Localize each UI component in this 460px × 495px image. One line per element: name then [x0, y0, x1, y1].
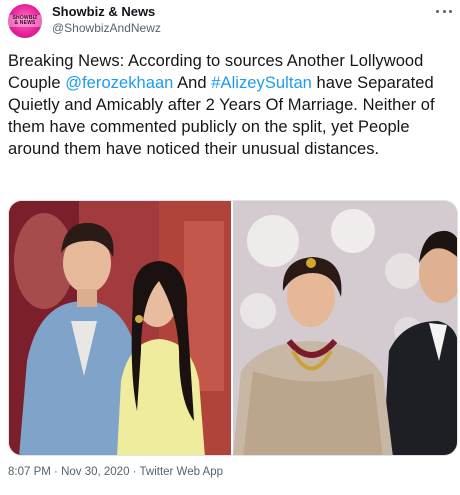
tweet-meta: 8:07 PM · Nov 30, 2020 · Twitter Web App [8, 466, 223, 478]
avatar[interactable]: SHOWBIZ & NEWS [8, 4, 42, 38]
handle[interactable]: @ShowbizAndNewz [52, 20, 161, 36]
author-block[interactable]: Showbiz & News @ShowbizAndNewz [52, 4, 161, 36]
mention-ferozekhaan[interactable]: @ferozekhaan [65, 74, 173, 92]
meta-separator: · [129, 466, 140, 478]
couple-photo-left-illustration [9, 201, 231, 455]
media-grid [8, 200, 458, 456]
avatar-logo-text: SHOWBIZ & NEWS [8, 15, 42, 27]
tweet-header: SHOWBIZ & NEWS Showbiz & News @ShowbizAn… [8, 4, 452, 38]
tweet-time[interactable]: 8:07 PM [8, 466, 51, 478]
hashtag-alizeysultan[interactable]: #AlizeySultan [211, 74, 312, 92]
couple-photo-right-illustration [233, 201, 457, 455]
tweet-text-part: And [173, 74, 212, 92]
display-name[interactable]: Showbiz & News [52, 4, 161, 20]
meta-separator: · [50, 466, 62, 478]
tweet-text: Breaking News: According to sources Anot… [8, 50, 454, 160]
photo-right[interactable] [233, 201, 457, 455]
more-options-icon[interactable] [436, 4, 452, 18]
photo-left[interactable] [9, 201, 231, 455]
tweet-source[interactable]: Twitter Web App [140, 466, 224, 478]
tweet-date[interactable]: Nov 30, 2020 [61, 466, 129, 478]
